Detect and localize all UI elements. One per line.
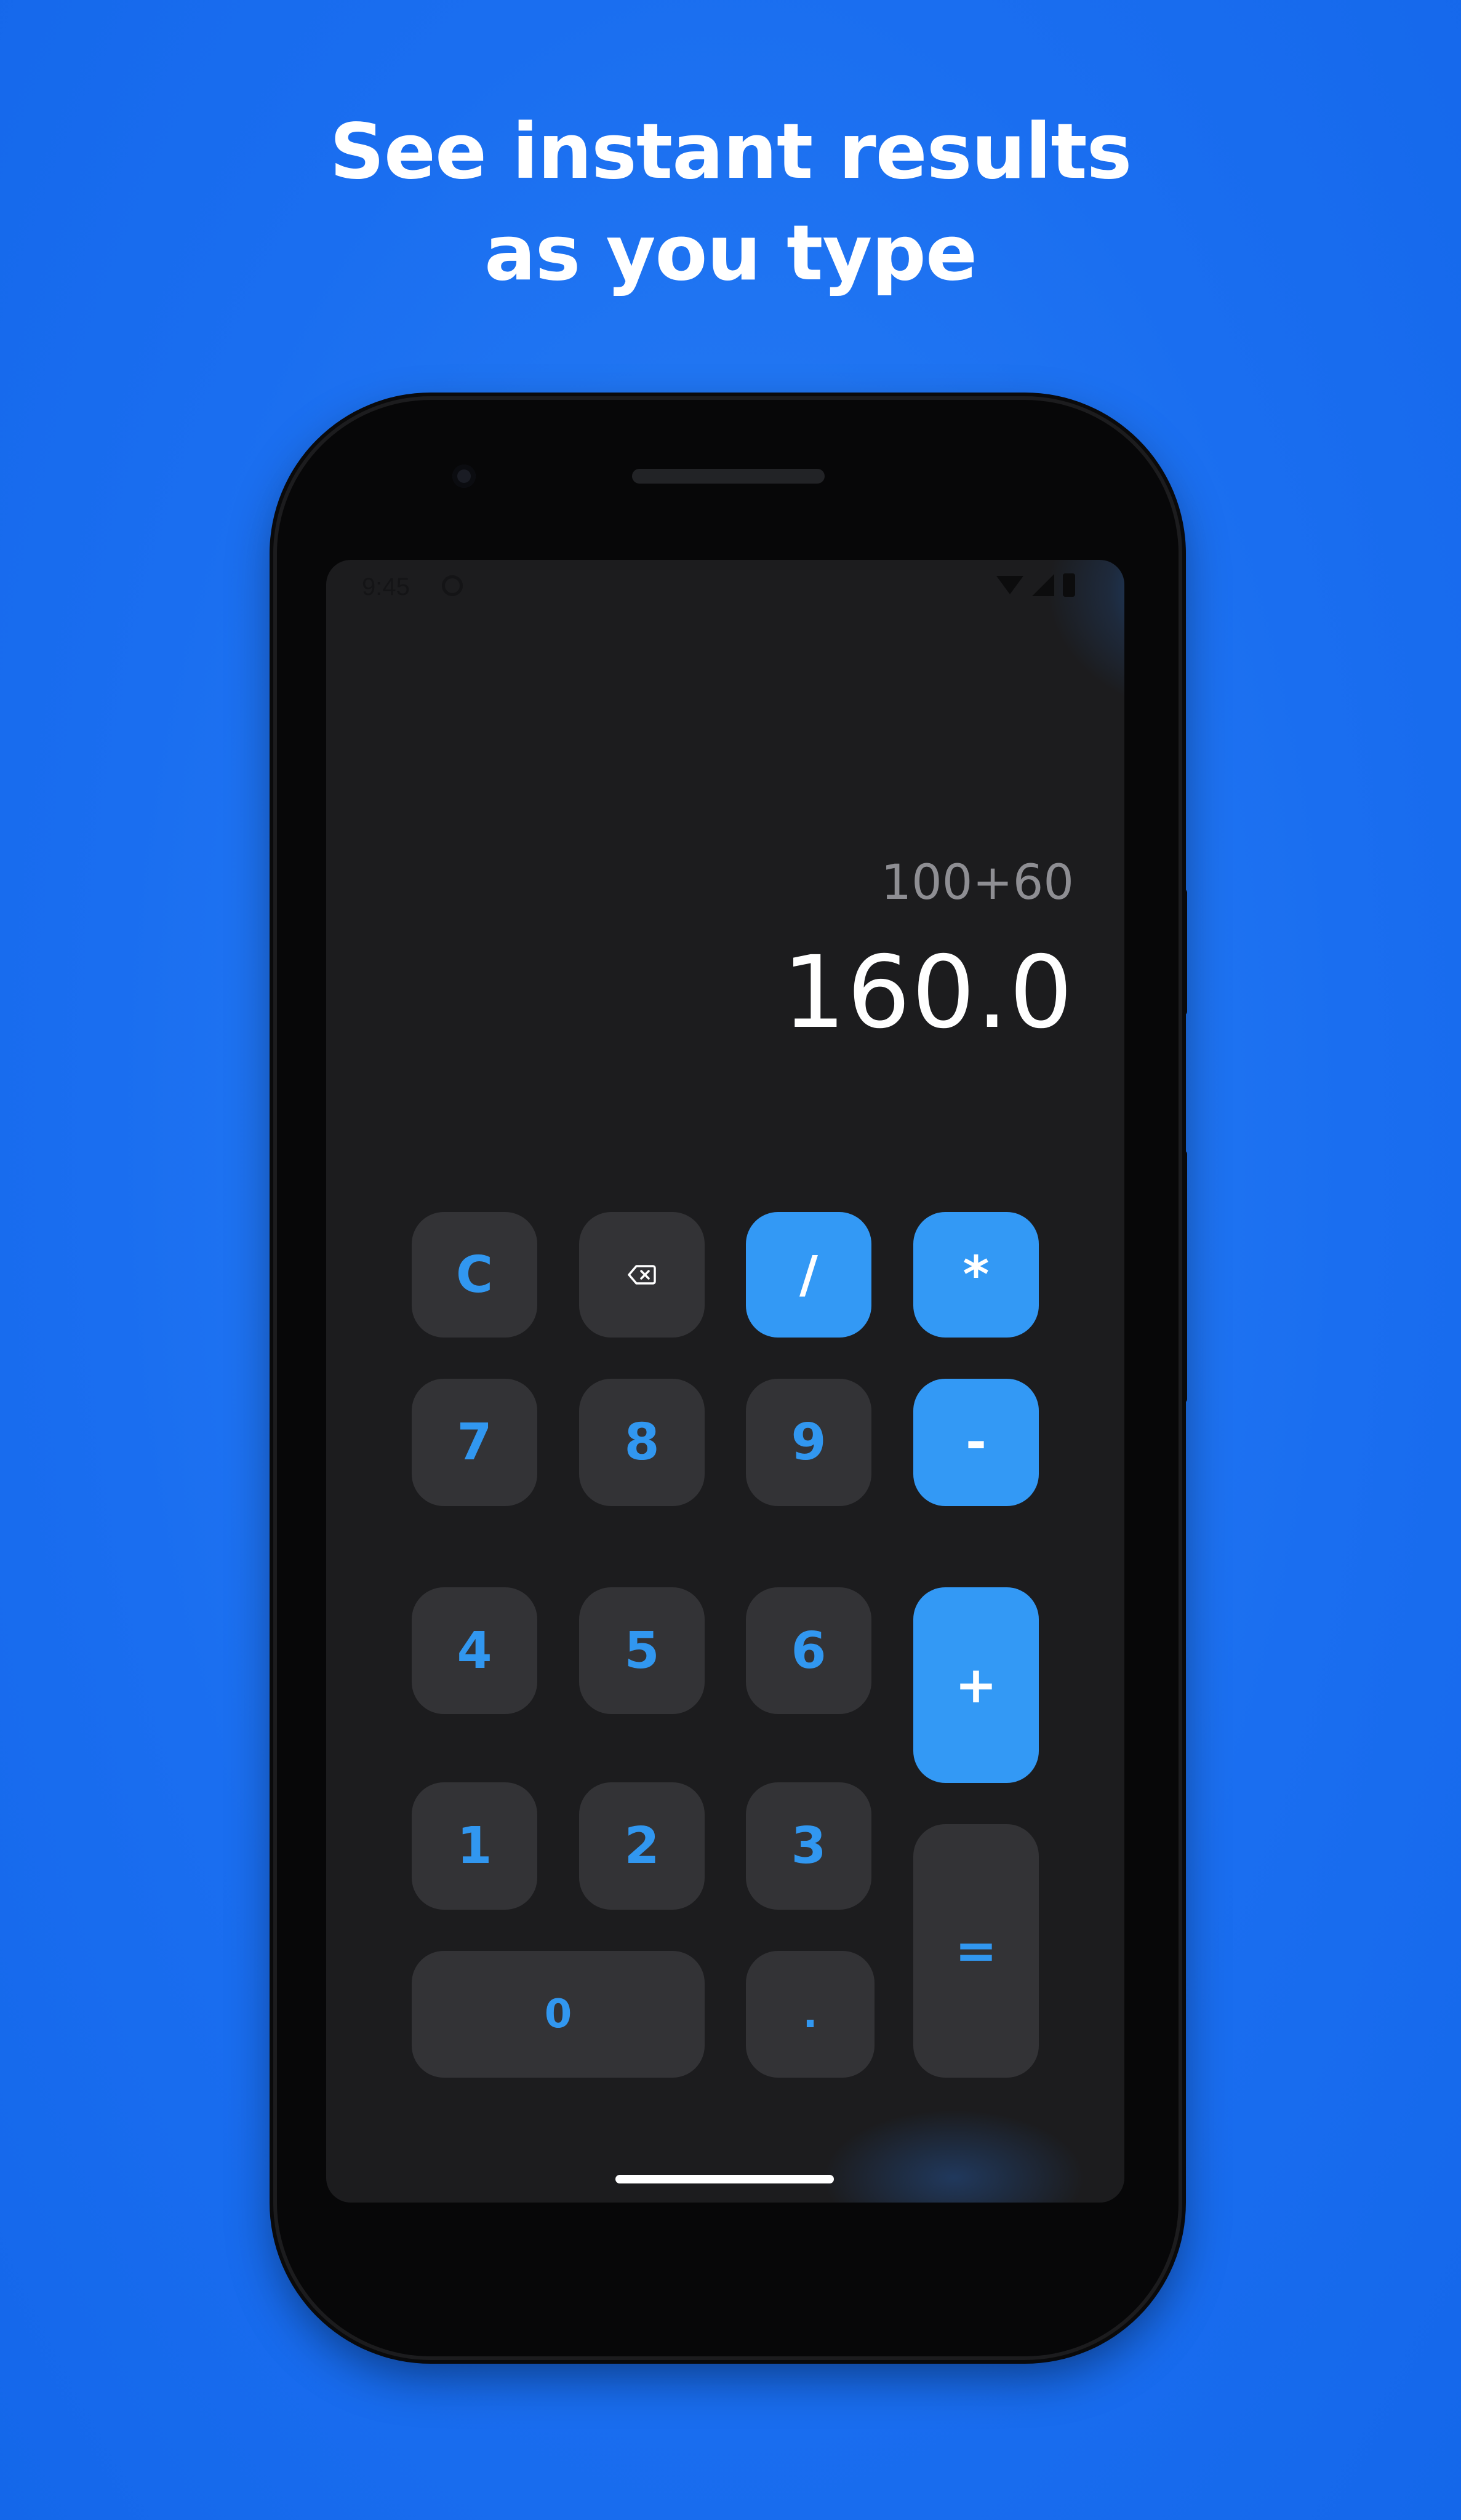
wifi-icon <box>996 576 1023 594</box>
divide-button[interactable]: / <box>746 1212 871 1338</box>
status-time: 9:45 <box>362 573 410 600</box>
result-display: 160.0 <box>782 935 1074 1051</box>
backspace-icon <box>628 1265 656 1285</box>
backspace-button[interactable] <box>579 1212 705 1338</box>
volume-button <box>1179 1150 1187 1403</box>
digit-6-button[interactable]: 6 <box>746 1587 871 1714</box>
status-notification-icon <box>442 575 463 596</box>
digit-5-button[interactable]: 5 <box>579 1587 705 1714</box>
digit-7-button[interactable]: 7 <box>412 1379 537 1506</box>
multiply-button[interactable]: * <box>913 1212 1039 1338</box>
clear-button[interactable]: C <box>412 1212 537 1338</box>
headline-line-2: as you type <box>484 209 977 298</box>
digit-4-button[interactable]: 4 <box>412 1587 537 1714</box>
plus-button[interactable]: + <box>913 1587 1039 1783</box>
digit-8-button[interactable]: 8 <box>579 1379 705 1506</box>
equals-button[interactable]: = <box>913 1824 1039 2078</box>
glow-decoration <box>812 2104 1095 2203</box>
calculator-screen: 9:45 100+60 160.0 C / * 7 8 9 - 4 5 6 + … <box>326 560 1124 2203</box>
digit-0-button[interactable]: 0 <box>412 1951 705 2078</box>
digit-9-button[interactable]: 9 <box>746 1379 871 1506</box>
decimal-button[interactable]: . <box>746 1951 875 2078</box>
minus-button[interactable]: - <box>913 1379 1039 1506</box>
signal-icon <box>1032 574 1054 596</box>
battery-icon <box>1063 573 1075 597</box>
digit-1-button[interactable]: 1 <box>412 1782 537 1910</box>
expression-display: 100+60 <box>881 855 1075 911</box>
earpiece-speaker <box>632 469 825 484</box>
home-indicator[interactable] <box>615 2175 834 2183</box>
headline-line-1: See instant results <box>329 108 1132 196</box>
promo-headline: See instant results as you type <box>0 102 1461 305</box>
digit-3-button[interactable]: 3 <box>746 1782 871 1910</box>
front-camera-icon <box>452 465 476 488</box>
digit-2-button[interactable]: 2 <box>579 1782 705 1910</box>
status-icons <box>996 573 1075 597</box>
power-button <box>1179 889 1187 1015</box>
